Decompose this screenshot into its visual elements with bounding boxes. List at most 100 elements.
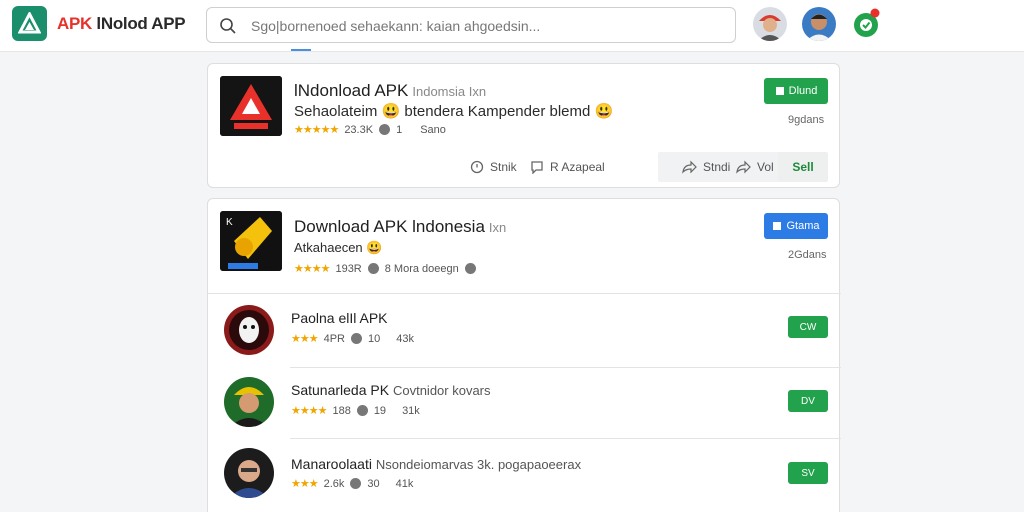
meta-extra: 8 Mora doeegn xyxy=(384,262,459,275)
rating-stars: ★★★ xyxy=(291,333,319,345)
row-avatar-2[interactable] xyxy=(224,377,274,427)
person-avatar-icon xyxy=(802,7,836,41)
row-title-text: Manaroolaati xyxy=(291,456,372,472)
comment-count: 19 xyxy=(373,404,387,417)
download-button-label: Gtama xyxy=(786,220,820,232)
row-title-text: Paolna elIl APK xyxy=(291,310,388,326)
action-share-label: Stndi xyxy=(703,160,731,174)
row-get-button-3[interactable]: SV xyxy=(788,462,828,484)
comment-count: 1 xyxy=(396,123,403,136)
featured-title-text: lNdonload APK xyxy=(294,81,409,100)
row-title-1[interactable]: Paolna elIl APK xyxy=(291,310,388,326)
action-star-label: Stnik xyxy=(490,160,517,174)
download-app-subtitle: Atkahaecen 😃 xyxy=(294,240,383,255)
download-size: 2Gdans xyxy=(788,249,827,261)
sell-button[interactable]: Sell xyxy=(778,152,828,182)
comment-count: 10 xyxy=(368,332,381,345)
row-meta-1: ★★★ 4PR 10 43k xyxy=(291,332,414,346)
rating-stars: ★★★★★ xyxy=(294,124,339,136)
mask-avatar-icon xyxy=(224,305,274,355)
comment-icon xyxy=(351,333,362,344)
featured-app-subtitle: Sehaolateim 😃 btendera Kampender blemd 😃 xyxy=(294,103,614,120)
search-input[interactable]: Sgo|bornenoed sehaekann: kaian ahgoedsin… xyxy=(251,18,540,34)
comment-count: 30 xyxy=(367,477,380,490)
row-size: 41k xyxy=(395,477,414,490)
row-meta-3: ★★★ 2.6k 30 41k xyxy=(291,477,414,491)
featured-size: 9gdans xyxy=(788,114,825,126)
action-forward-label: Vol xyxy=(757,160,774,174)
featured-download-button[interactable]: Dlund xyxy=(764,78,828,104)
chevron-circle-icon xyxy=(464,263,476,274)
action-report[interactable]: R Azapeal xyxy=(530,160,605,174)
rating-count: 23.3K xyxy=(344,123,374,136)
user-avatar-1[interactable] xyxy=(753,7,787,41)
comment-icon xyxy=(367,263,379,274)
apk-logo-icon xyxy=(220,76,282,136)
person-avatar-icon xyxy=(224,377,274,427)
row-size: 31k xyxy=(402,404,420,417)
section-divider xyxy=(208,293,841,294)
key-logo-icon: K xyxy=(220,211,282,271)
action-star[interactable]: Stnik xyxy=(470,160,517,174)
download-icon xyxy=(773,222,782,230)
featured-action-bar: Stnik R Azapeal Stndi Vol xyxy=(208,152,841,188)
rating-count: 4PR xyxy=(323,332,345,345)
download-title-tag: Ixn xyxy=(488,220,507,235)
featured-app-card[interactable]: lNdonload APK Indomsia Ixn Sehaolateim 😃 … xyxy=(207,63,840,188)
row-get-button-1[interactable]: CW xyxy=(788,316,828,338)
person-avatar-icon xyxy=(753,7,787,41)
row-meta-2: ★★★★ 188 19 31k xyxy=(291,404,420,418)
row-title-2[interactable]: Satunarleda PK Covtnidor kovars xyxy=(291,382,491,398)
logo-triangle-icon xyxy=(18,12,41,34)
rating-stars: ★★★★ xyxy=(294,263,330,275)
featured-app-icon xyxy=(220,76,282,136)
download-app-meta: ★★★★ 193R 8 Mora doeegn xyxy=(294,262,476,275)
rating-count: 2.6k xyxy=(323,477,345,490)
action-report-label: R Azapeal xyxy=(550,160,605,174)
featured-title-tag: Indomsia Ixn xyxy=(412,84,487,99)
forward-arrow-icon xyxy=(736,160,751,174)
user-avatar-2[interactable] xyxy=(802,7,836,41)
row-divider xyxy=(290,367,841,368)
row-get-button-2[interactable]: DV xyxy=(788,390,828,412)
brand-name[interactable]: APK lNolod APP xyxy=(57,14,186,34)
row-size: 43k xyxy=(396,332,414,345)
comment-icon xyxy=(350,478,362,489)
search-bar[interactable]: Sgo|bornenoed sehaekann: kaian ahgoedsin… xyxy=(206,7,736,43)
search-icon xyxy=(220,18,236,34)
app-logo[interactable] xyxy=(12,6,47,41)
brand-name-dark: lNolod APP xyxy=(92,14,186,33)
top-bar: APK lNolod APP Sgo|bornenoed sehaekann: … xyxy=(0,0,1024,52)
action-share[interactable]: Stndi xyxy=(681,160,730,174)
meta-extra: Sano xyxy=(420,123,446,136)
rating-stars: ★★★ xyxy=(291,478,319,490)
notification-badge[interactable] xyxy=(852,8,880,38)
comment-square-icon xyxy=(531,161,543,174)
rating-stars: ★★★★ xyxy=(291,405,327,417)
download-list-card: K Download APK lndonesia Ixn Atkahaecen 😃… xyxy=(207,198,841,512)
shield-notification-icon xyxy=(854,8,880,37)
person-avatar-icon xyxy=(224,448,274,498)
row-divider xyxy=(290,438,841,439)
row-avatar-1[interactable] xyxy=(224,305,274,355)
download-app-icon: K xyxy=(220,211,282,271)
download-app-title[interactable]: Download APK lndonesia Ixn xyxy=(294,217,506,237)
row-title-3[interactable]: Manaroolaati Nsondeiomarvas 3k. pogapaoe… xyxy=(291,456,581,472)
row-title-extra: Covtnidor kovars xyxy=(392,383,491,398)
featured-download-label: Dlund xyxy=(788,85,818,97)
row-title-text: Satunarleda PK xyxy=(291,382,390,398)
action-forward[interactable]: Vol xyxy=(735,160,774,174)
download-title-text: Download APK lndonesia xyxy=(294,217,485,236)
download-icon xyxy=(775,87,784,95)
download-button[interactable]: Gtama xyxy=(764,213,828,239)
svg-text:K: K xyxy=(226,217,233,228)
clock-icon xyxy=(470,160,484,174)
featured-app-meta: ★★★★★ 23.3K 1 Sano xyxy=(294,123,446,137)
rating-count: 193R xyxy=(335,262,362,275)
row-title-extra: Nsondeiomarvas 3k. pogapaoeerax xyxy=(375,457,582,472)
share-arrow-icon xyxy=(682,160,697,174)
comment-icon xyxy=(356,405,368,416)
search-focus-indicator xyxy=(291,49,311,51)
row-avatar-3[interactable] xyxy=(224,448,274,498)
featured-app-title[interactable]: lNdonload APK Indomsia Ixn xyxy=(294,81,486,101)
